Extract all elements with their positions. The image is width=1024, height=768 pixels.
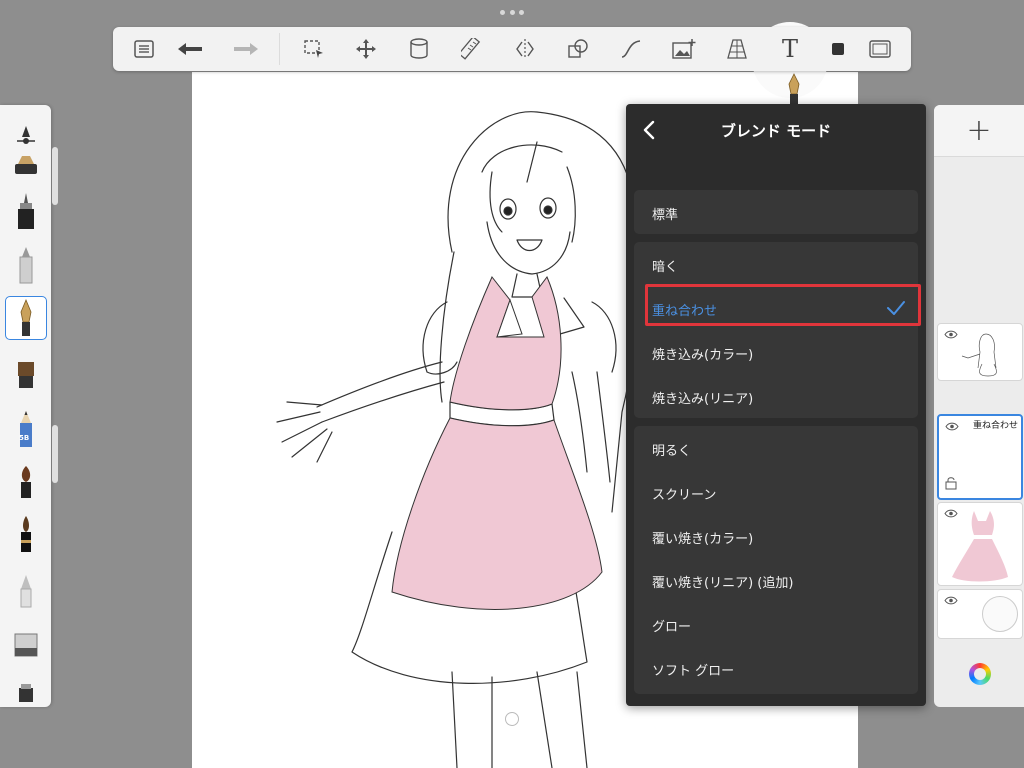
blend-mode-panel: ブレンド モード 標準 暗く 重ね合わせ 焼き込み(カラー) 焼き込み(リニア)… [626, 104, 926, 706]
brush-paint-dark[interactable] [5, 512, 47, 556]
layer-multiply[interactable]: 重ね合わせ [937, 414, 1023, 500]
brush-more-below-icon[interactable] [5, 671, 47, 715]
text-tool-label: T [781, 35, 798, 63]
layer-panel: + 重ね合わせ [934, 105, 1024, 707]
selection-icon[interactable] [295, 27, 333, 71]
brush-marker[interactable] [5, 243, 47, 287]
color-swatch-icon[interactable] [819, 27, 857, 71]
layer-lock-icon[interactable] [945, 476, 957, 490]
blend-group-darken: 暗く 重ね合わせ 焼き込み(カラー) 焼き込み(リニア) [634, 242, 918, 418]
brush-fountain-pen[interactable] [5, 296, 47, 340]
pencil-grade-label: 5B [19, 434, 30, 442]
blend-option-screen[interactable]: スクリーン [652, 484, 716, 503]
brush-ink-pen-black[interactable] [5, 189, 47, 233]
selected-option-highlight [645, 284, 921, 326]
eye-icon[interactable] [945, 422, 959, 431]
blend-option-glow[interactable]: グロー [652, 616, 691, 635]
brush-blender[interactable] [5, 569, 47, 613]
ruler-icon[interactable] [453, 27, 491, 71]
add-layer-button[interactable]: + [934, 105, 1024, 157]
fullscreen-icon[interactable] [861, 27, 899, 71]
layer-blend-mode-label: 重ね合わせ [972, 421, 1018, 431]
layer-thumbnail-line-art [961, 333, 997, 377]
layer-paper[interactable] [937, 589, 1023, 639]
layer-dress-color[interactable] [937, 502, 1023, 586]
color-wheel-icon[interactable] [969, 663, 991, 685]
blend-group-lighten: 明るく スクリーン 覆い焼き(カラー) 覆い焼き(リニア) (追加) グロー ソ… [634, 426, 918, 694]
brush-eraser[interactable] [5, 623, 47, 667]
blend-option-linear-burn[interactable]: 焼き込み(リニア) [652, 388, 753, 407]
brush-library-panel: 5B [0, 105, 51, 707]
blend-option-lighten[interactable]: 明るく [652, 440, 691, 459]
brush-pencil-5b[interactable]: 5B [5, 407, 47, 451]
redo-icon[interactable] [227, 27, 265, 71]
blend-option-color-burn[interactable]: 焼き込み(カラー) [652, 344, 753, 363]
brush-round-paint[interactable] [5, 460, 47, 504]
current-brush-preview-icon [788, 73, 800, 104]
curve-icon[interactable] [612, 27, 650, 71]
brush-smudge[interactable] [5, 145, 47, 189]
blend-option-normal[interactable]: 標準 [652, 204, 678, 223]
paper-color-swatch[interactable] [982, 596, 1018, 632]
toolbar-grip[interactable] [500, 8, 524, 16]
blend-option-soft-glow[interactable]: ソフト グロー [652, 660, 734, 679]
top-toolbar: T [113, 27, 911, 71]
layer-line-art[interactable] [937, 323, 1023, 381]
brush-panel-handle-top[interactable] [52, 147, 58, 205]
list-icon[interactable] [125, 27, 163, 71]
toolbar-separator [279, 33, 280, 65]
brush-panel-handle-bottom[interactable] [52, 425, 58, 483]
blend-group-normal: 標準 [634, 190, 918, 234]
eye-icon[interactable] [944, 596, 958, 605]
perspective-grid-icon[interactable] [718, 27, 756, 71]
blend-option-linear-dodge[interactable]: 覆い焼き(リニア) (追加) [652, 572, 793, 591]
canvas-rotate-handle[interactable] [505, 712, 519, 726]
layer-thumbnail-dress [952, 511, 1008, 582]
blend-option-darken[interactable]: 暗く [652, 256, 678, 275]
text-tool-icon[interactable]: T [771, 27, 809, 71]
brush-flat-bristle[interactable] [5, 353, 47, 397]
undo-icon[interactable] [171, 27, 209, 71]
blend-option-color-dodge[interactable]: 覆い焼き(カラー) [652, 528, 753, 547]
eye-icon[interactable] [944, 330, 958, 339]
symmetry-icon[interactable] [506, 27, 544, 71]
transform-move-icon[interactable] [347, 27, 385, 71]
add-image-icon[interactable] [665, 27, 703, 71]
fill-bucket-icon[interactable] [400, 27, 438, 71]
blend-panel-title: ブレンド モード [720, 122, 832, 140]
shapes-icon[interactable] [559, 27, 597, 71]
blend-panel-header: ブレンド モード [626, 104, 926, 156]
